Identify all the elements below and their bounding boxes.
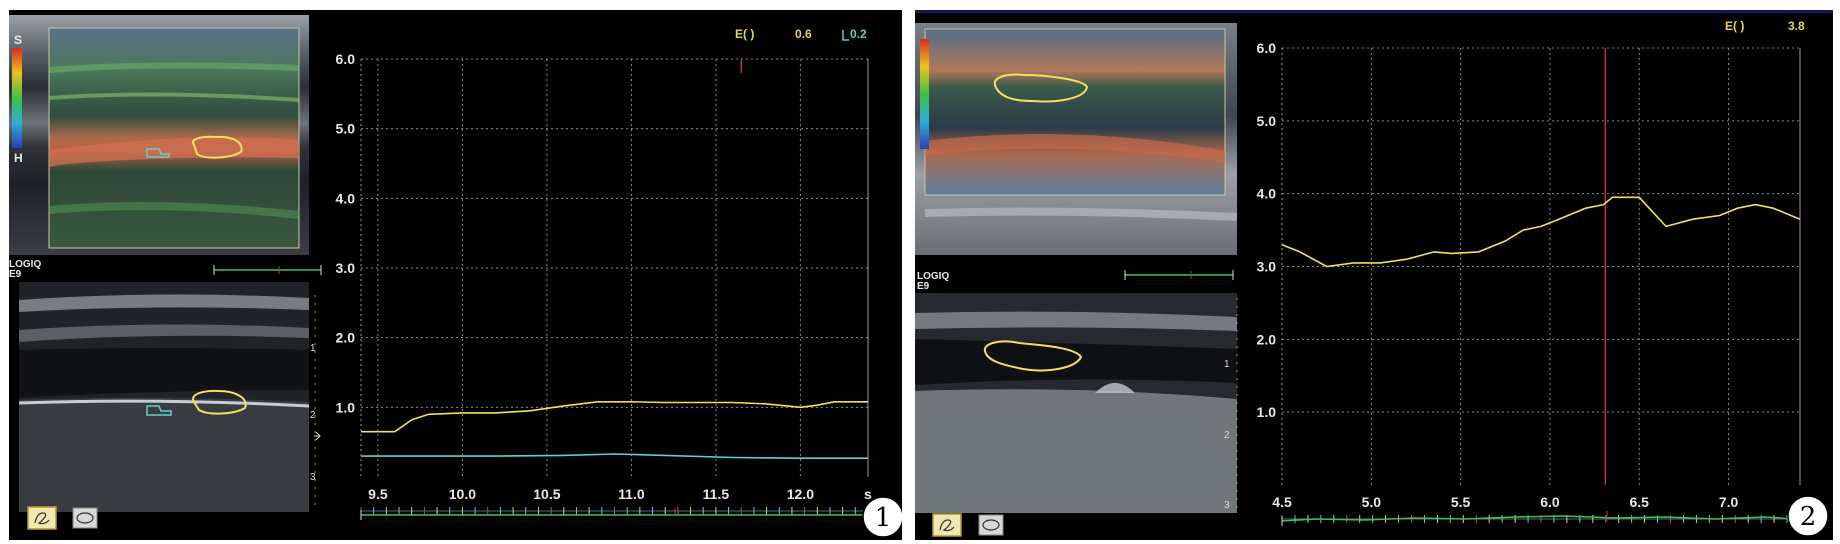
depth-tick-1: 1 [1224, 359, 1230, 370]
y-tick-label: 2.0 [336, 330, 356, 346]
x-unit-label: s [864, 486, 872, 502]
x-tick-label: 5.5 [1451, 494, 1471, 510]
y-tick-label: 1.0 [1257, 404, 1277, 420]
elastography-panel-2: LOGIQ E9 1 2 3 E() 3.8 4.5 5.0 5.5 6.0 … [915, 10, 1833, 540]
header-value: 3.8 [1788, 19, 1805, 33]
mini-ecg-strip [213, 265, 322, 275]
depth-tick-1: 1 [310, 343, 316, 354]
depth-tick-3: 3 [310, 472, 316, 483]
logo-line2: E9 [9, 269, 22, 280]
ellipse-tool-button[interactable] [72, 507, 98, 529]
color-scale-bar [920, 39, 929, 149]
elastography-image [9, 15, 309, 255]
b-mode-image [18, 282, 310, 512]
scale-top-label: S [14, 33, 22, 47]
reference-legend-icon [842, 30, 849, 41]
y-tick-label: 5.0 [336, 121, 356, 137]
ellipse-tool-button[interactable] [978, 514, 1004, 536]
b-mode-image [915, 293, 1237, 513]
series-line-2 [361, 453, 868, 460]
y-tick-label: 3.0 [1257, 259, 1277, 275]
strain-chart-1: 9.5 10.0 10.5 11.0 11.5 12.0 1.0 2.0 3.0 4.0 5.0 6.… [336, 51, 872, 515]
mini-ecg-strip [1124, 270, 1234, 280]
x-tick-label: 6.0 [1540, 494, 1560, 510]
y-tick-label: 4.0 [1257, 186, 1277, 202]
y-tick-label: 5.0 [1257, 113, 1277, 129]
trace-tool-button[interactable] [27, 506, 57, 530]
panel-2-canvas: LOGIQ E9 1 2 3 E() 3.8 4.5 5.0 5.5 6.0 … [915, 19, 1829, 537]
depth-ruler: 1 2 3 [310, 295, 321, 505]
x-tick-label: 10.5 [533, 486, 560, 502]
panel-1-canvas: S H LOGIQ E9 1 2 3 E() 0.6 0.2 9.5 10.0… [9, 15, 902, 538]
scale-bottom-label: H [14, 151, 23, 165]
x-tick-label: 5.0 [1362, 494, 1382, 510]
strain-chart-2: 4.55.05.56.06.57.01.02.03.04.05.06.0s [1257, 40, 1804, 523]
depth-tick-2: 2 [310, 410, 316, 421]
depth-tick-2: 2 [1224, 430, 1230, 441]
y-tick-label: 2.0 [1257, 331, 1277, 347]
panel-badge-1: 1 [862, 496, 902, 538]
x-tick-label: 6.5 [1630, 494, 1650, 510]
color-scale-bar: S H [12, 33, 23, 165]
header-value2: 0.2 [850, 27, 867, 41]
x-tick-label: 11.0 [618, 486, 645, 502]
series-line-1 [1281, 196, 1801, 268]
elastography-panel-1: S H LOGIQ E9 1 2 3 E() 0.6 0.2 9.5 10.0… [9, 10, 902, 540]
panel-badge-2: 2 [1787, 495, 1829, 537]
trace-tool-button[interactable] [932, 513, 962, 537]
series-line-1 [361, 400, 868, 433]
y-tick-label: 6.0 [336, 51, 356, 67]
x-tick-label: 9.5 [368, 486, 388, 502]
x-tick-label: 10.0 [449, 486, 476, 502]
y-tick-label: 3.0 [336, 260, 356, 276]
header-label: E( ) [735, 27, 754, 41]
y-tick-label: 1.0 [336, 399, 356, 415]
x-tick-label: 4.5 [1272, 494, 1292, 510]
x-tick-label: 7.0 [1719, 494, 1739, 510]
header-label: E( ) [1725, 19, 1744, 33]
header-value: 0.6 [795, 27, 812, 41]
x-tick-label: 12.0 [787, 486, 814, 502]
badge-number: 1 [875, 503, 892, 533]
badge-number: 2 [1800, 502, 1817, 532]
elastography-image [915, 23, 1238, 255]
y-tick-label: 6.0 [1257, 40, 1277, 56]
focus-marker-icon [314, 431, 321, 441]
depth-tick-3: 3 [1224, 500, 1230, 511]
x-tick-label: 11.5 [703, 486, 730, 502]
logo-line2: E9 [917, 281, 930, 292]
y-tick-label: 4.0 [336, 190, 356, 206]
